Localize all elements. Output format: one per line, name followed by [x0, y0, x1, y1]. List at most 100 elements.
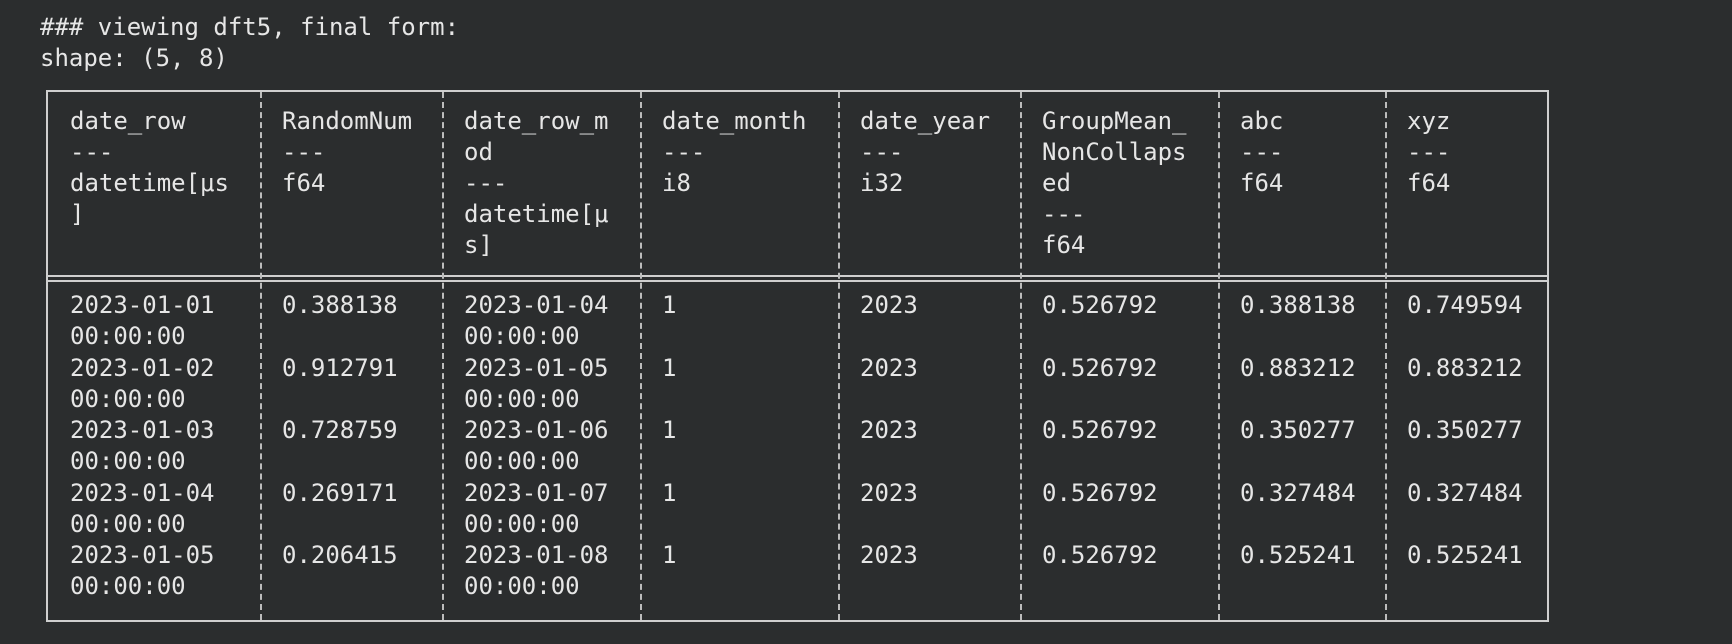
header-text: i32	[860, 169, 904, 197]
table-cell: 0.883212	[1240, 353, 1356, 384]
column-header: date_year --- i32	[860, 106, 990, 199]
cell-text: 0.526792	[1042, 541, 1158, 569]
header-text: i8	[662, 169, 691, 197]
column-header: abc --- f64	[1240, 106, 1283, 199]
header-separator	[48, 275, 1547, 282]
cell-text: 0.728759	[282, 416, 398, 444]
table-cell: 2023-01-06 00:00:00	[464, 415, 609, 477]
cell-text: 00:00:00	[464, 509, 580, 538]
column-header: date_month --- i8	[662, 106, 807, 199]
table-cell: 2023-01-07 00:00:00	[464, 478, 609, 540]
table-cell: 0.525241	[1240, 540, 1356, 571]
cell-text: 00:00:00	[70, 322, 186, 350]
header-text: date_month	[662, 107, 807, 135]
cell-text: 0.525241	[1407, 541, 1523, 569]
cell-text: 1	[662, 353, 677, 382]
header-text: f64	[282, 169, 326, 197]
header-text: date_row_m	[464, 107, 609, 135]
table-cell: 1	[662, 415, 676, 446]
cell-text: 2023-01-08	[464, 541, 609, 569]
table-cell: 0.269171	[282, 478, 398, 509]
header-text: ---	[1240, 138, 1284, 166]
table-cell: 2023-01-03 00:00:00	[70, 415, 215, 477]
table-cell: 2023-01-05 00:00:00	[70, 540, 215, 602]
header-text: ---	[1042, 200, 1086, 228]
header-text: ---	[1407, 138, 1451, 166]
cell-text: 0.327484	[1240, 478, 1356, 507]
table-cell: 0.526792	[1042, 540, 1158, 571]
column-divider	[1385, 92, 1387, 620]
cell-text: 00:00:00	[70, 572, 186, 600]
cell-text: 0.749594	[1407, 291, 1523, 319]
cell-text: 1	[662, 291, 677, 319]
table-cell: 0.749594	[1407, 290, 1523, 321]
cell-text: 00:00:00	[70, 447, 186, 475]
cell-text: 2023-01-05	[464, 353, 609, 382]
cell-text: 00:00:00	[70, 384, 186, 413]
table-cell: 1	[662, 540, 676, 571]
output-heading: ### viewing dft5, final form:	[40, 13, 460, 41]
cell-text: 1	[662, 478, 677, 507]
cell-text: 2023-01-01	[70, 291, 215, 319]
header-text: f64	[1042, 231, 1086, 259]
table-cell: 2023-01-08 00:00:00	[464, 540, 609, 602]
table-cell: 2023-01-05 00:00:00	[464, 353, 609, 415]
header-text: date_row	[70, 107, 186, 135]
cell-text: 0.526792	[1042, 416, 1158, 444]
table-cell: 0.525241	[1407, 540, 1523, 571]
cell-text: 0.388138	[1240, 291, 1356, 319]
header-text: od	[464, 138, 493, 166]
header-text: ---	[662, 138, 706, 166]
header-text: f64	[1240, 169, 1284, 197]
table-cell: 2023	[860, 540, 918, 571]
cell-text: 0.206415	[282, 541, 398, 569]
column-header: date_row --- datetime[μs]	[70, 106, 229, 230]
table-cell: 2023	[860, 478, 918, 509]
column-header: date_row_m od --- datetime[μ s]	[464, 106, 609, 261]
table-cell: 0.388138	[1240, 290, 1356, 321]
table-cell: 0.912791	[282, 353, 398, 384]
table-cell: 0.350277	[1407, 415, 1523, 446]
table-cell: 0.206415	[282, 540, 398, 571]
cell-text: 0.350277	[1240, 416, 1356, 444]
cell-text: 00:00:00	[464, 447, 580, 475]
table-cell: 0.388138	[282, 290, 398, 321]
cell-text: 0.388138	[282, 291, 398, 319]
table-cell: 2023-01-01 00:00:00	[70, 290, 215, 352]
table-cell: 0.526792	[1042, 478, 1158, 509]
cell-text: 0.350277	[1407, 416, 1523, 444]
table-cell: 0.883212	[1407, 353, 1523, 384]
cell-text: 2023	[860, 478, 918, 507]
cell-text: 00:00:00	[70, 509, 186, 538]
cell-text: 0.526792	[1042, 478, 1158, 507]
cell-text: 0.525241	[1240, 541, 1356, 569]
cell-text: 0.912791	[282, 353, 398, 382]
column-divider	[260, 92, 262, 620]
header-text: RandomNum	[282, 107, 413, 135]
table-cell: 1	[662, 290, 676, 321]
header-text: datetime[μs	[70, 169, 229, 197]
table-cell: 1	[662, 478, 676, 509]
column-header: xyz --- f64	[1407, 106, 1450, 199]
table-cell: 1	[662, 353, 676, 384]
cell-text: 2023	[860, 541, 918, 569]
column-divider	[1020, 92, 1022, 620]
cell-text: 2023-01-07	[464, 478, 609, 507]
table-cell: 0.526792	[1042, 415, 1158, 446]
cell-text: 2023-01-04	[70, 478, 215, 507]
header-text: ---	[464, 169, 508, 197]
column-divider	[838, 92, 840, 620]
table-cell: 0.327484	[1407, 478, 1523, 509]
cell-text: 0.327484	[1407, 478, 1523, 507]
header-text: f64	[1407, 169, 1451, 197]
table-cell: 2023-01-04 00:00:00	[70, 478, 215, 540]
cell-text: 00:00:00	[464, 572, 580, 600]
cell-text: 2023	[860, 416, 918, 444]
column-divider	[442, 92, 444, 620]
header-text: abc	[1240, 107, 1284, 135]
cell-text: 2023-01-06	[464, 416, 609, 444]
cell-text: 0.883212	[1407, 353, 1523, 382]
cell-text: 00:00:00	[464, 384, 580, 413]
cell-text: 0.883212	[1240, 353, 1356, 382]
cell-text: 0.269171	[282, 478, 398, 507]
